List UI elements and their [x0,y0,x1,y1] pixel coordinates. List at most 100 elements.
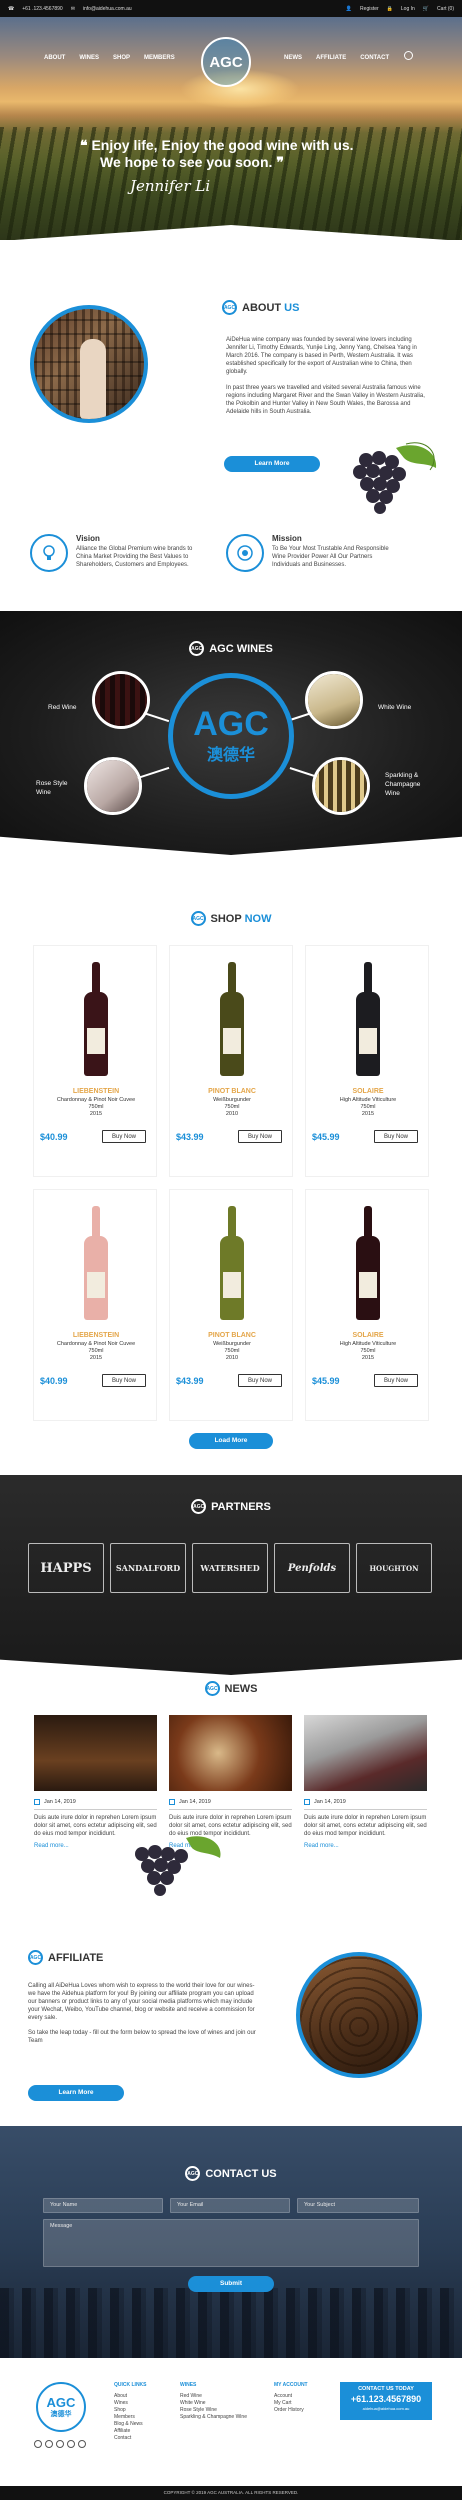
buy-now-button[interactable]: Buy Now [102,1374,146,1387]
footer-logo[interactable]: AGC 澳德华 [36,2382,86,2432]
nav-news[interactable]: NEWS [284,55,302,61]
target-icon [226,534,264,572]
site-logo[interactable]: AGC [201,37,251,87]
product-card[interactable]: PINOT BLANC Weißburgunder 750ml 2010 $43.99 B… [169,1189,293,1421]
instagram-icon[interactable] [78,2440,86,2448]
submit-button[interactable]: Submit [188,2276,274,2292]
read-more-link[interactable]: Read more... [304,1843,427,1849]
nav-about[interactable]: ABOUT [44,55,65,61]
facebook-icon[interactable] [67,2440,75,2448]
footer-link[interactable]: Red Wine [180,2393,247,2400]
footer-link[interactable]: Wines [114,2400,147,2407]
product-volume: 750ml [224,1348,240,1354]
nav-wines[interactable]: WINES [79,55,99,61]
footer-link[interactable]: Members [114,2414,147,2421]
nav-affiliate[interactable]: AFFILIATE [316,55,346,61]
agc-mark-icon: AGC [204,1681,220,1696]
email-field[interactable]: Your Email [170,2198,290,2213]
footer-contact-box[interactable]: CONTACT US TODAY +61.123.4567890 aidehua… [340,2382,432,2420]
news-card[interactable]: Jan 14, 2019 Duis aute irure dolor in re… [169,1715,292,1849]
calendar-icon [169,1799,175,1805]
about-image [30,305,148,423]
sparkling-wine-label[interactable]: Sparkling & Champagne Wine [385,771,420,798]
about-learn-more-button[interactable]: Learn More [224,456,320,472]
footer-link[interactable]: Shop [114,2407,147,2414]
footer-link[interactable]: White Wine [180,2400,247,2407]
news-card[interactable]: Jan 14, 2019 Duis aute irure dolor in re… [34,1715,157,1849]
about-paragraph-2: In past three years we travelled and vis… [226,385,425,415]
nav-shop[interactable]: SHOP [113,55,130,61]
product-name[interactable]: LIEBENSTEIN [34,1332,158,1339]
affiliate-text: Calling all AiDeHua Loves whom wish to e… [28,1982,260,2052]
wine-bottle-image[interactable] [220,1206,244,1320]
white-wine-circle[interactable] [305,671,363,729]
partner-logo-watershed[interactable]: WATERSHED [192,1543,268,1593]
partner-logo-penfolds[interactable]: Penfolds [274,1543,350,1593]
message-field[interactable]: Message [43,2219,419,2267]
search-icon[interactable] [404,51,413,60]
rose-wine-label[interactable]: Rose Style Wine [36,779,67,797]
weibo-icon[interactable] [45,2440,53,2448]
login-link[interactable]: Log In [401,6,415,12]
partner-logo-houghton[interactable]: HOUGHTON [356,1543,432,1593]
register-link[interactable]: Register [360,6,379,12]
buy-now-button[interactable]: Buy Now [238,1374,282,1387]
partner-logo-happs[interactable]: HAPPS [28,1543,104,1593]
product-name[interactable]: SOLAIRE [306,1088,430,1095]
load-more-button[interactable]: Load More [189,1433,273,1449]
footer-link[interactable]: Contact [114,2435,147,2442]
red-wine-circle[interactable] [92,671,150,729]
buy-now-button[interactable]: Buy Now [238,1130,282,1143]
hero-signature: Jennifer Li [130,177,211,195]
white-wine-label[interactable]: White Wine [378,703,411,712]
subject-field[interactable]: Your Subject [297,2198,419,2213]
buy-now-button[interactable]: Buy Now [102,1130,146,1143]
footer-link[interactable]: My Cart [274,2400,308,2407]
footer-email[interactable]: aidehua@aidehua.com.au [340,2406,432,2411]
product-card[interactable]: LIEBENSTEIN Chardonnay & Pinot Noir Cuvee… [33,945,157,1177]
product-name[interactable]: PINOT BLANC [170,1332,294,1339]
wechat-icon[interactable] [34,2440,42,2448]
wine-bottle-image[interactable] [84,962,108,1076]
news-card[interactable]: Jan 14, 2019 Duis aute irure dolor in re… [304,1715,427,1849]
sparkling-wine-circle[interactable] [312,757,370,815]
product-year: 2015 [89,1355,103,1361]
footer-link[interactable]: Rose Style Wine [180,2407,247,2414]
wine-bottle-image[interactable] [220,962,244,1076]
wine-bottle-image[interactable] [356,1206,380,1320]
footer-link[interactable]: Account [274,2393,308,2400]
product-volume: 750ml [224,1104,240,1110]
buy-now-button[interactable]: Buy Now [374,1374,418,1387]
footer-link[interactable]: About [114,2393,147,2400]
footer-wines: WINES Red Wine White Wine Rose Style Win… [180,2382,247,2421]
product-name[interactable]: SOLAIRE [306,1332,430,1339]
product-card[interactable]: SOLAIRE High Altitude Viticulture 750ml 201… [305,945,429,1177]
topbar-email[interactable]: info@aidehua.com.au [83,6,132,12]
wine-bottle-image[interactable] [84,1206,108,1320]
product-name[interactable]: LIEBENSTEIN [34,1088,158,1095]
footer-link[interactable]: Affiliate [114,2428,147,2435]
footer-phone[interactable]: +61.123.4567890 [340,2394,432,2404]
cart-link[interactable]: Cart (0) [437,6,454,12]
product-description: Chardonnay & Pinot Noir Cuvee [56,1097,136,1103]
nav-members[interactable]: MEMBERS [144,55,175,61]
red-wine-label[interactable]: Red Wine [48,703,77,712]
product-card[interactable]: PINOT BLANC Weißburgunder 750ml 2010 $43.99 B… [169,945,293,1177]
product-card[interactable]: SOLAIRE High Altitude Viticulture 750ml 201… [305,1189,429,1421]
product-price: $43.99 [176,1132,204,1142]
affiliate-learn-more-button[interactable]: Learn More [28,2085,124,2101]
product-card[interactable]: LIEBENSTEIN Chardonnay & Pinot Noir Cuvee… [33,1189,157,1421]
nav-contact[interactable]: CONTACT [360,55,389,61]
vision-block: Vision Alliance the Global Premium wine … [30,534,198,572]
wine-bottle-image[interactable] [356,962,380,1076]
buy-now-button[interactable]: Buy Now [374,1130,418,1143]
rose-wine-circle[interactable] [84,757,142,815]
footer-link[interactable]: Order History [274,2407,308,2414]
footer-link[interactable]: Blog & News [114,2421,147,2428]
name-field[interactable]: Your Name [43,2198,163,2213]
topbar-phone[interactable]: +61 .123.4567890 [22,6,62,12]
youtube-icon[interactable] [56,2440,64,2448]
footer-link[interactable]: Sparkling & Champagne Wine [180,2414,247,2421]
product-name[interactable]: PINOT BLANC [170,1088,294,1095]
partner-logo-sandalford[interactable]: SANDALFORD [110,1543,186,1593]
